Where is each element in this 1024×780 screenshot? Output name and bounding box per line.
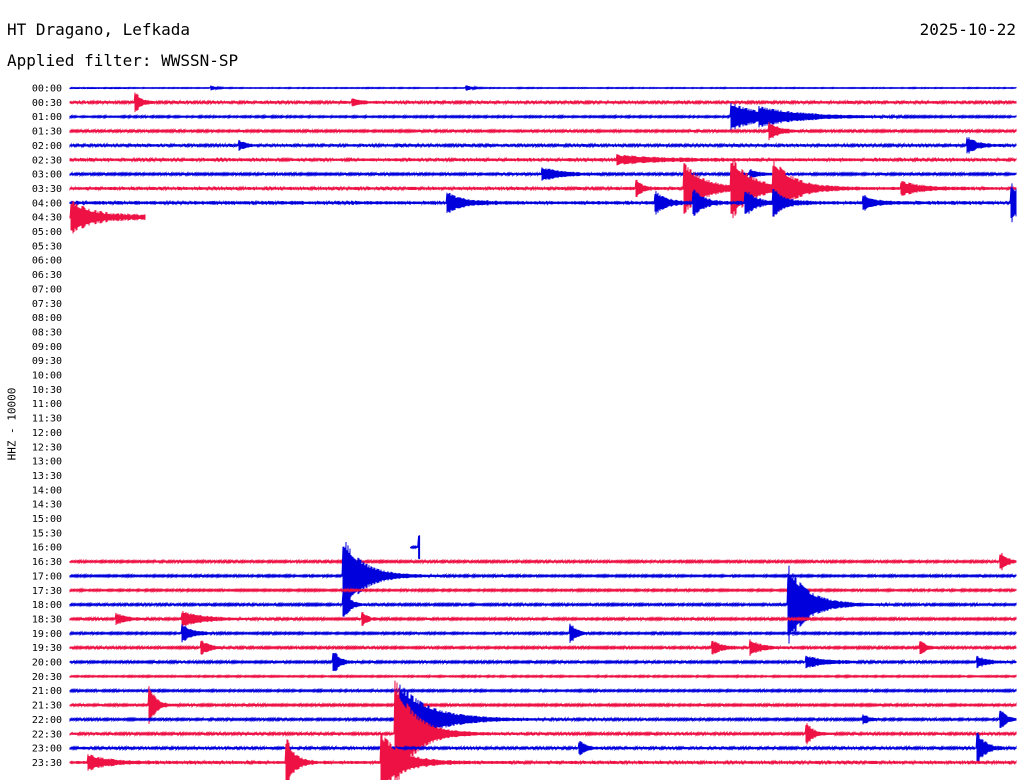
time-tick-label: 12:00	[32, 428, 62, 439]
time-tick-label: 13:00	[32, 457, 62, 468]
time-tick-label: 00:30	[32, 98, 62, 109]
trace-line	[69, 733, 1017, 780]
time-tick-label: 00:00	[32, 84, 62, 95]
time-tick-labels: 00:00 00:30 01:00 01:30 02:00 02:30 03:00 03:30…	[32, 84, 62, 769]
time-tick-label: 10:00	[32, 371, 62, 382]
trace-line	[69, 610, 1017, 627]
trace-line	[69, 680, 1017, 780]
trace-line	[69, 154, 1017, 166]
time-tick-label: 04:00	[32, 198, 62, 209]
trace-line	[69, 200, 146, 234]
trace-line	[69, 121, 1017, 141]
time-tick-label: 15:30	[32, 528, 62, 539]
time-tick-label: 19:00	[32, 629, 62, 640]
time-tick-label: 23:30	[32, 758, 62, 769]
trace-line	[69, 673, 1017, 679]
trace-line	[69, 623, 1017, 643]
trace-line	[69, 687, 1017, 694]
time-tick-label: 06:30	[32, 270, 62, 281]
time-tick-label: 16:00	[32, 543, 62, 554]
time-tick-label: 22:30	[32, 729, 62, 740]
time-tick-label: 07:00	[32, 284, 62, 295]
time-tick-label: 21:00	[32, 686, 62, 697]
time-tick-label: 14:30	[32, 500, 62, 511]
time-tick-label: 21:30	[32, 701, 62, 712]
time-tick-label: 15:00	[32, 514, 62, 525]
seismic-traces	[69, 85, 1017, 780]
time-tick-label: 10:30	[32, 385, 62, 396]
trace-line	[69, 587, 1017, 594]
time-tick-label: 11:30	[32, 414, 62, 425]
time-tick-label: 13:30	[32, 471, 62, 482]
trace-line	[69, 92, 1017, 113]
trace-line	[69, 102, 1017, 131]
trace-line	[69, 158, 1017, 219]
time-tick-label: 19:30	[32, 643, 62, 654]
time-tick-label: 16:30	[32, 557, 62, 568]
time-tick-label: 01:30	[32, 127, 62, 138]
time-tick-label: 22:00	[32, 715, 62, 726]
time-tick-label: 06:00	[32, 256, 62, 267]
time-tick-label: 11:00	[32, 399, 62, 410]
time-tick-label: 17:30	[32, 586, 62, 597]
time-tick-label: 03:30	[32, 184, 62, 195]
time-tick-label: 08:30	[32, 327, 62, 338]
trace-line	[69, 137, 1017, 154]
time-tick-label: 05:30	[32, 241, 62, 252]
time-tick-label: 18:30	[32, 614, 62, 625]
trace-line	[69, 552, 1017, 571]
trace-line	[69, 639, 1017, 656]
time-tick-label: 20:30	[32, 672, 62, 683]
trace-line	[69, 732, 1017, 764]
trace-line	[410, 535, 421, 560]
time-tick-label: 02:00	[32, 141, 62, 152]
trace-line	[69, 167, 1017, 181]
time-tick-label: 18:00	[32, 600, 62, 611]
time-tick-label: 17:00	[32, 571, 62, 582]
time-tick-label: 01:00	[32, 112, 62, 123]
time-tick-label: 23:00	[32, 744, 62, 755]
time-tick-label: 04:30	[32, 213, 62, 224]
time-tick-label: 03:00	[32, 170, 62, 181]
time-tick-label: 09:00	[32, 342, 62, 353]
time-tick-label: 05:00	[32, 227, 62, 238]
time-tick-label: 07:30	[32, 299, 62, 310]
trace-line	[69, 684, 1017, 755]
time-tick-label: 20:00	[32, 658, 62, 669]
time-tick-label: 09:30	[32, 356, 62, 367]
time-tick-label: 14:00	[32, 485, 62, 496]
time-tick-label: 08:00	[32, 313, 62, 324]
time-tick-label: 02:30	[32, 155, 62, 166]
trace-line	[69, 85, 1017, 91]
helicorder-plot: 00:00 00:30 01:00 01:30 02:00 02:30 03:00 03:30…	[32, 84, 1017, 780]
time-tick-label: 12:30	[32, 442, 62, 453]
trace-line	[69, 652, 1017, 672]
trace-line	[69, 541, 1017, 610]
